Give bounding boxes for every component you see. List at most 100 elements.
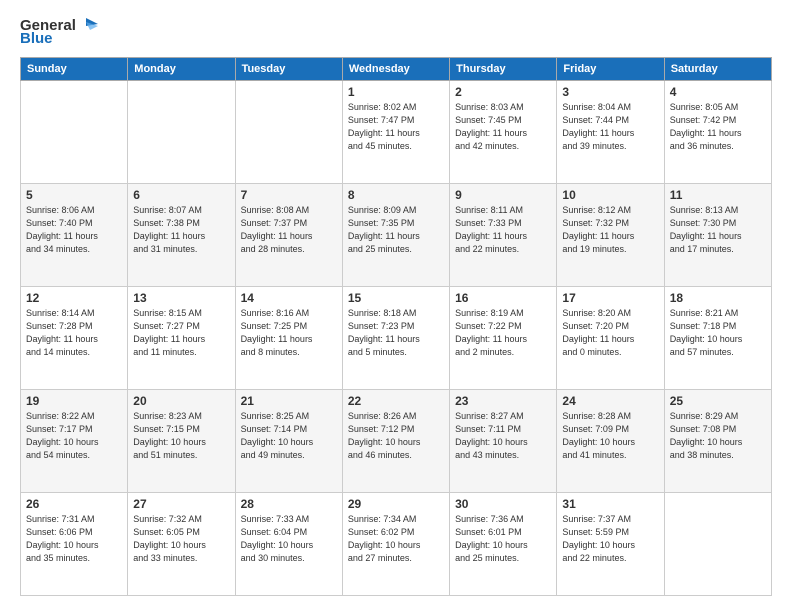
calendar-cell [235,81,342,184]
calendar-cell: 2 Sunrise: 8:03 AM Sunset: 7:45 PM Daylig… [450,81,557,184]
day-number: 16 [455,291,551,305]
page: General Blue Sunday Monday Tuesday Wedne… [0,0,792,612]
day-info: Sunrise: 8:14 AM Sunset: 7:28 PM Dayligh… [26,307,122,359]
logo-bird-icon [78,16,98,34]
day-info: Sunrise: 8:27 AM Sunset: 7:11 PM Dayligh… [455,410,551,462]
calendar-cell: 11 Sunrise: 8:13 AM Sunset: 7:30 PM Dayli… [664,184,771,287]
calendar-cell [664,493,771,596]
calendar-cell: 3 Sunrise: 8:04 AM Sunset: 7:44 PM Daylig… [557,81,664,184]
calendar-cell: 16 Sunrise: 8:19 AM Sunset: 7:22 PM Dayli… [450,287,557,390]
day-number: 29 [348,497,444,511]
day-number: 14 [241,291,337,305]
day-number: 2 [455,85,551,99]
day-number: 4 [670,85,766,99]
day-number: 21 [241,394,337,408]
day-number: 17 [562,291,658,305]
day-info: Sunrise: 8:13 AM Sunset: 7:30 PM Dayligh… [670,204,766,256]
day-info: Sunrise: 7:33 AM Sunset: 6:04 PM Dayligh… [241,513,337,565]
day-number: 5 [26,188,122,202]
day-info: Sunrise: 8:04 AM Sunset: 7:44 PM Dayligh… [562,101,658,153]
day-info: Sunrise: 8:20 AM Sunset: 7:20 PM Dayligh… [562,307,658,359]
day-info: Sunrise: 8:26 AM Sunset: 7:12 PM Dayligh… [348,410,444,462]
calendar-cell: 10 Sunrise: 8:12 AM Sunset: 7:32 PM Dayli… [557,184,664,287]
day-info: Sunrise: 8:05 AM Sunset: 7:42 PM Dayligh… [670,101,766,153]
day-info: Sunrise: 8:09 AM Sunset: 7:35 PM Dayligh… [348,204,444,256]
day-number: 20 [133,394,229,408]
day-info: Sunrise: 8:29 AM Sunset: 7:08 PM Dayligh… [670,410,766,462]
day-number: 18 [670,291,766,305]
day-number: 19 [26,394,122,408]
day-number: 11 [670,188,766,202]
day-number: 27 [133,497,229,511]
calendar-cell: 7 Sunrise: 8:08 AM Sunset: 7:37 PM Daylig… [235,184,342,287]
day-info: Sunrise: 8:21 AM Sunset: 7:18 PM Dayligh… [670,307,766,359]
col-sunday: Sunday [21,58,128,81]
col-tuesday: Tuesday [235,58,342,81]
day-number: 30 [455,497,551,511]
day-number: 22 [348,394,444,408]
day-info: Sunrise: 8:07 AM Sunset: 7:38 PM Dayligh… [133,204,229,256]
calendar-cell: 4 Sunrise: 8:05 AM Sunset: 7:42 PM Daylig… [664,81,771,184]
calendar-cell: 31Sunrise: 7:37 AM Sunset: 5:59 PM Dayli… [557,493,664,596]
col-saturday: Saturday [664,58,771,81]
day-number: 15 [348,291,444,305]
day-info: Sunrise: 8:18 AM Sunset: 7:23 PM Dayligh… [348,307,444,359]
day-number: 7 [241,188,337,202]
calendar-cell: 28 Sunrise: 7:33 AM Sunset: 6:04 PM Dayli… [235,493,342,596]
header: General Blue [20,16,772,47]
logo-blue-text: Blue [20,30,53,47]
col-monday: Monday [128,58,235,81]
calendar-cell: 24 Sunrise: 8:28 AM Sunset: 7:09 PM Dayli… [557,390,664,493]
calendar-cell: 29 Sunrise: 7:34 AM Sunset: 6:02 PM Dayli… [342,493,449,596]
day-info: Sunrise: 8:22 AM Sunset: 7:17 PM Dayligh… [26,410,122,462]
calendar-cell: 5 Sunrise: 8:06 AM Sunset: 7:40 PM Daylig… [21,184,128,287]
day-info: Sunrise: 8:12 AM Sunset: 7:32 PM Dayligh… [562,204,658,256]
day-info: Sunrise: 7:37 AM Sunset: 5:59 PM Dayligh… [562,513,658,565]
calendar-cell: 25Sunrise: 8:29 AM Sunset: 7:08 PM Dayli… [664,390,771,493]
calendar-cell: 22 Sunrise: 8:26 AM Sunset: 7:12 PM Dayli… [342,390,449,493]
day-number: 3 [562,85,658,99]
day-number: 1 [348,85,444,99]
day-number: 10 [562,188,658,202]
day-number: 24 [562,394,658,408]
calendar-cell: 23 Sunrise: 8:27 AM Sunset: 7:11 PM Dayli… [450,390,557,493]
day-number: 9 [455,188,551,202]
calendar-cell: 13Sunrise: 8:15 AM Sunset: 7:27 PM Dayli… [128,287,235,390]
calendar-cell: 26 Sunrise: 7:31 AM Sunset: 6:06 PM Dayli… [21,493,128,596]
day-number: 12 [26,291,122,305]
day-number: 23 [455,394,551,408]
col-wednesday: Wednesday [342,58,449,81]
logo: General Blue [20,16,98,47]
day-info: Sunrise: 7:34 AM Sunset: 6:02 PM Dayligh… [348,513,444,565]
day-info: Sunrise: 8:19 AM Sunset: 7:22 PM Dayligh… [455,307,551,359]
calendar-cell: 1 Sunrise: 8:02 AM Sunset: 7:47 PM Daylig… [342,81,449,184]
day-number: 6 [133,188,229,202]
day-info: Sunrise: 7:36 AM Sunset: 6:01 PM Dayligh… [455,513,551,565]
day-number: 8 [348,188,444,202]
col-friday: Friday [557,58,664,81]
day-info: Sunrise: 8:28 AM Sunset: 7:09 PM Dayligh… [562,410,658,462]
day-info: Sunrise: 8:25 AM Sunset: 7:14 PM Dayligh… [241,410,337,462]
day-number: 26 [26,497,122,511]
calendar-cell: 21 Sunrise: 8:25 AM Sunset: 7:14 PM Dayli… [235,390,342,493]
day-info: Sunrise: 8:23 AM Sunset: 7:15 PM Dayligh… [133,410,229,462]
day-info: Sunrise: 8:03 AM Sunset: 7:45 PM Dayligh… [455,101,551,153]
day-info: Sunrise: 8:06 AM Sunset: 7:40 PM Dayligh… [26,204,122,256]
calendar-cell: 17 Sunrise: 8:20 AM Sunset: 7:20 PM Dayli… [557,287,664,390]
day-info: Sunrise: 7:31 AM Sunset: 6:06 PM Dayligh… [26,513,122,565]
day-number: 28 [241,497,337,511]
day-info: Sunrise: 8:08 AM Sunset: 7:37 PM Dayligh… [241,204,337,256]
calendar-cell: 20 Sunrise: 8:23 AM Sunset: 7:15 PM Dayli… [128,390,235,493]
calendar-cell: 12 Sunrise: 8:14 AM Sunset: 7:28 PM Dayli… [21,287,128,390]
day-info: Sunrise: 8:11 AM Sunset: 7:33 PM Dayligh… [455,204,551,256]
calendar-cell: 30 Sunrise: 7:36 AM Sunset: 6:01 PM Dayli… [450,493,557,596]
col-thursday: Thursday [450,58,557,81]
day-info: Sunrise: 8:15 AM Sunset: 7:27 PM Dayligh… [133,307,229,359]
calendar-table: Sunday Monday Tuesday Wednesday Thursday… [20,57,772,596]
calendar-cell: 14Sunrise: 8:16 AM Sunset: 7:25 PM Dayli… [235,287,342,390]
calendar-cell: 27Sunrise: 7:32 AM Sunset: 6:05 PM Dayli… [128,493,235,596]
calendar-header-row: Sunday Monday Tuesday Wednesday Thursday… [21,58,772,81]
day-info: Sunrise: 8:02 AM Sunset: 7:47 PM Dayligh… [348,101,444,153]
calendar-cell: 8 Sunrise: 8:09 AM Sunset: 7:35 PM Daylig… [342,184,449,287]
calendar-cell: 15 Sunrise: 8:18 AM Sunset: 7:23 PM Dayli… [342,287,449,390]
